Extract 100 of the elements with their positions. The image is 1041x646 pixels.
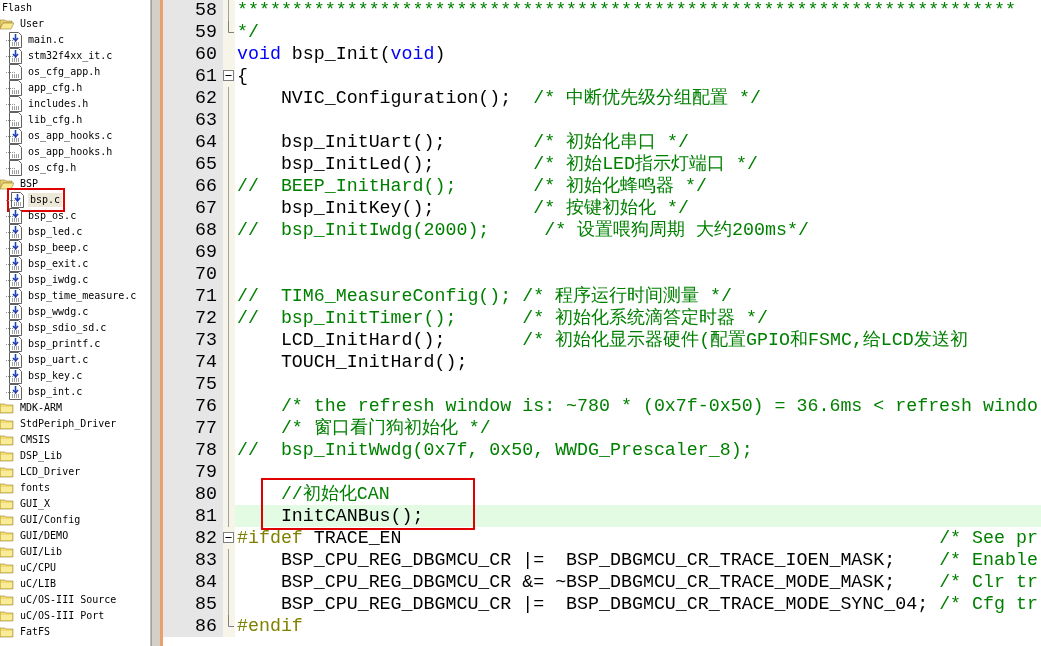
code-line: /* 窗口看门狗初始化 */ [279, 417, 492, 439]
line-number: 83 [163, 549, 223, 571]
code-line: bsp_InitLed(); /* 初始LED指示灯端口 */ [279, 153, 759, 175]
code-line: /* the refresh window is: ~780 * (0x7f-0x50) = 36.6ms < refresh windo [279, 395, 1039, 417]
file-item[interactable]: lib_cfg.h [26, 113, 85, 127]
line-number: 63 [163, 109, 223, 131]
code-line: // BEEP_InitHard(); /* 初始化蜂鸣器 */ [236, 175, 709, 197]
folder-item[interactable]: BSP [18, 177, 41, 191]
folder-item[interactable]: GUI/Config [18, 513, 83, 527]
line-number: 64 [163, 131, 223, 153]
file-item[interactable]: bsp_sdio_sd.c [26, 321, 109, 335]
folder-item[interactable]: uC/CPU [18, 561, 59, 575]
code-line: bsp_InitKey(); /* 按键初始化 */ [279, 197, 691, 219]
folder-item[interactable]: DSP_Lib [18, 449, 65, 463]
code-line: *********************************************************************** [236, 0, 1017, 21]
source-file-icon [9, 240, 22, 256]
source-file-icon [9, 336, 22, 352]
line-number: 72 [163, 307, 223, 329]
code-line: NVIC_Configuration(); /* 中断优先级分组配置 */ [279, 87, 763, 109]
code-line: //初始化CAN [279, 483, 391, 505]
code-line: // TIM6_MeasureConfig(); /* 程序运行时间测量 */ [236, 285, 734, 307]
code-line: { [236, 65, 249, 87]
folder-item[interactable]: GUI/DEMO [18, 529, 71, 543]
project-item[interactable]: Flash [0, 1, 35, 15]
line-number: 73 [163, 329, 223, 351]
code-line: BSP_CPU_REG_DBGMCU_CR |= BSP_DBGMCU_CR_TRACE_MODE_SYNC_04; /* Cfg tr [279, 593, 1039, 615]
folder-item[interactable]: FatFS [18, 625, 53, 639]
file-item[interactable]: bsp_led.c [26, 225, 85, 239]
file-item[interactable]: includes.h [26, 97, 91, 111]
source-file-icon [9, 48, 22, 64]
line-number: 71 [163, 285, 223, 307]
file-item[interactable]: bsp_printf.c [26, 337, 103, 351]
folder-item[interactable]: MDK-ARM [18, 401, 65, 415]
line-number: 82 [163, 527, 223, 549]
code-line: */ [236, 21, 260, 43]
fold-guide-line [228, 0, 229, 21]
header-file-icon [9, 144, 22, 160]
source-file-icon [9, 304, 22, 320]
file-item[interactable]: bsp_time_measure.c [26, 289, 139, 303]
file-item[interactable]: bsp_uart.c [26, 353, 91, 367]
line-number: 80 [163, 483, 223, 505]
line-number: 75 [163, 373, 223, 395]
folder-item[interactable]: LCD_Driver [18, 465, 83, 479]
line-number: 60 [163, 43, 223, 65]
collapse-icon[interactable] [223, 532, 234, 543]
folder-item[interactable]: uC/OS-III Source [18, 593, 119, 607]
folder-item[interactable]: User [18, 17, 47, 31]
code-line: // bsp_InitWwdg(0x7f, 0x50, WWDG_Prescaler_8); [236, 439, 754, 461]
line-number: 79 [163, 461, 223, 483]
file-item[interactable]: os_app_hooks.c [26, 129, 115, 143]
line-number: 61 [163, 65, 223, 87]
header-file-icon [9, 112, 22, 128]
source-file-icon [9, 272, 22, 288]
folder-item[interactable]: fonts [18, 481, 53, 495]
header-file-icon [9, 64, 22, 80]
source-file-icon [9, 384, 22, 400]
folder-item[interactable]: GUI/Lib [18, 545, 65, 559]
code-line: bsp_InitUart(); /* 初始化串口 */ [279, 131, 691, 153]
folder-item[interactable]: GUI_X [18, 497, 53, 511]
collapse-icon[interactable] [223, 70, 234, 81]
file-item[interactable]: app_cfg.h [26, 81, 85, 95]
folder-item[interactable]: uC/OS-III Port [18, 609, 107, 623]
line-number: 69 [163, 241, 223, 263]
source-file-icon [9, 368, 22, 384]
code-line: TOUCH_InitHard(); [279, 351, 469, 373]
file-item[interactable]: bsp_os.c [26, 209, 79, 223]
source-file-icon [9, 32, 22, 48]
file-item[interactable]: bsp_beep.c [26, 241, 91, 255]
file-item[interactable]: os_cfg.h [26, 161, 79, 175]
source-file-icon [9, 224, 22, 240]
file-item[interactable]: bsp_int.c [26, 385, 85, 399]
line-number: 59 [163, 21, 223, 43]
file-item[interactable]: stm32f4xx_it.c [26, 49, 115, 63]
header-file-icon [9, 96, 22, 112]
line-number: 70 [163, 263, 223, 285]
file-item[interactable]: bsp_exit.c [26, 257, 91, 271]
line-number: 68 [163, 219, 223, 241]
folder-item[interactable]: StdPeriph_Driver [18, 417, 119, 431]
folder-item[interactable]: CMSIS [18, 433, 53, 447]
file-item[interactable]: main.c [26, 33, 67, 47]
folder-item[interactable]: uC/LIB [18, 577, 59, 591]
source-file-icon [9, 128, 22, 144]
code-line: LCD_InitHard(); /* 初始化显示器硬件(配置GPIO和FSMC,给LCD发送初 [279, 329, 969, 351]
source-file-icon [9, 208, 22, 224]
file-item[interactable]: bsp_iwdg.c [26, 273, 91, 287]
line-number: 77 [163, 417, 223, 439]
line-number: 74 [163, 351, 223, 373]
code-line: // bsp_InitIwdg(2000); /* 设置喂狗周期 大约200ms*/ [236, 219, 810, 241]
file-item[interactable]: bsp.c [28, 193, 63, 207]
line-number: 67 [163, 197, 223, 219]
line-number: 76 [163, 395, 223, 417]
source-file-icon [11, 192, 24, 208]
file-item[interactable]: os_app_hooks.h [26, 145, 115, 159]
line-number: 65 [163, 153, 223, 175]
line-number: 78 [163, 439, 223, 461]
file-item[interactable]: bsp_key.c [26, 369, 85, 383]
source-file-icon [9, 352, 22, 368]
file-item[interactable]: os_cfg_app.h [26, 65, 103, 79]
line-number: 86 [163, 615, 223, 637]
file-item[interactable]: bsp_wwdg.c [26, 305, 91, 319]
